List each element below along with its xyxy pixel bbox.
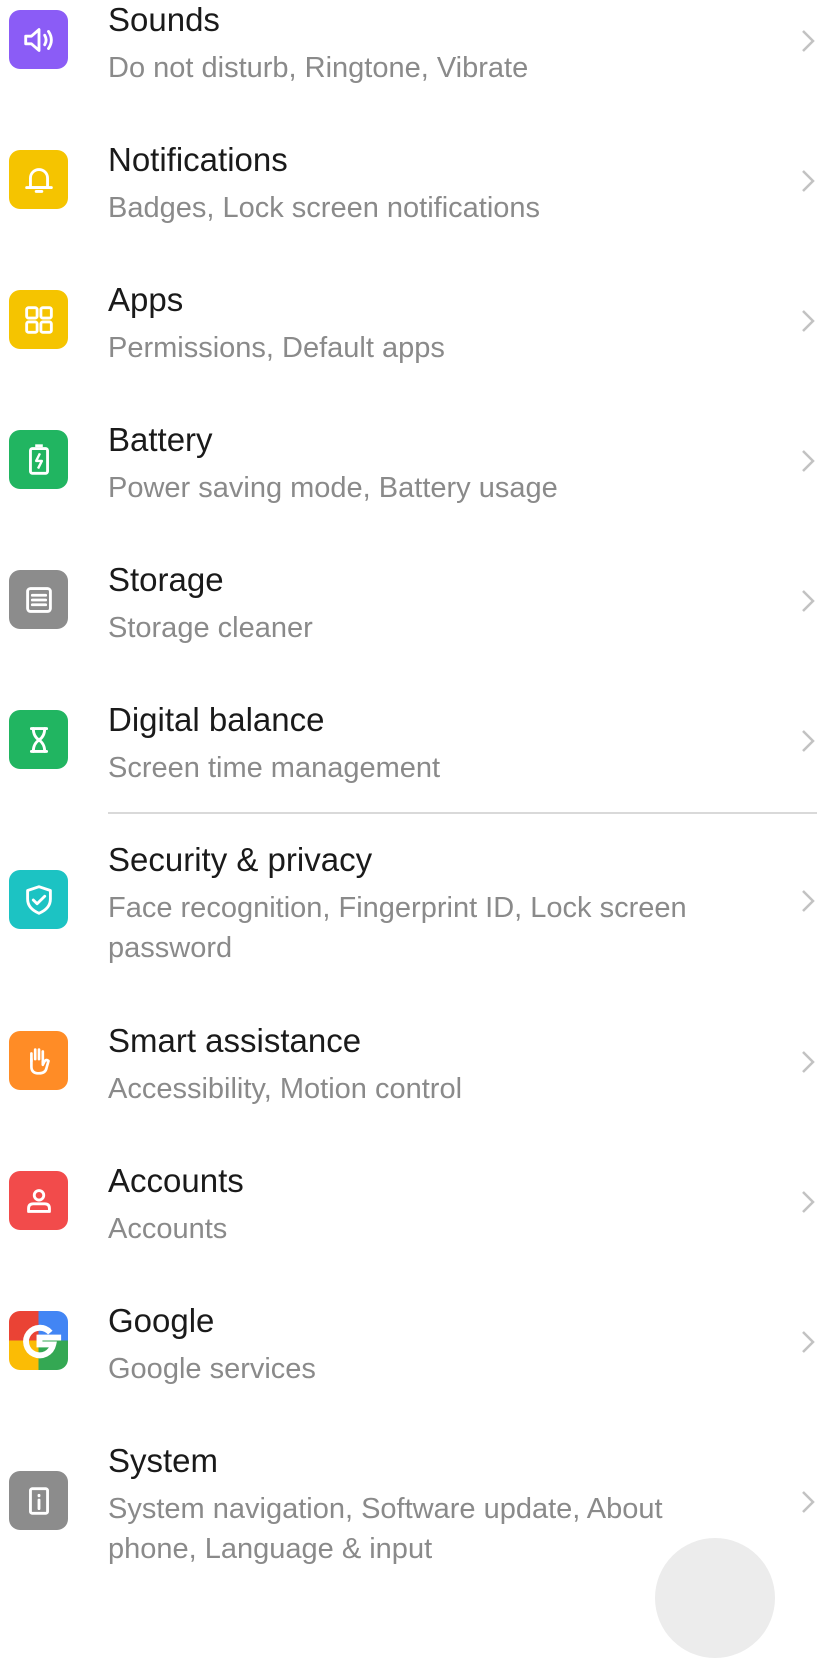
- chevron-right-icon: [793, 26, 817, 56]
- hourglass-icon: [9, 710, 68, 769]
- item-subtitle: Power saving mode, Battery usage: [108, 472, 558, 504]
- google-g-icon: [9, 1311, 68, 1370]
- chevron-right-icon: [793, 1187, 817, 1217]
- chevron-right-icon: [793, 726, 817, 756]
- chevron-right-icon: [793, 1327, 817, 1357]
- item-title: Digital balance: [108, 701, 325, 738]
- item-subtitle: Do not disturb, Ringtone, Vibrate: [108, 52, 529, 84]
- settings-item-digital-balance[interactable]: Digital balance Screen time management: [0, 700, 817, 800]
- item-title: Google: [108, 1302, 215, 1339]
- system-info-icon: [9, 1471, 68, 1530]
- item-subtitle: Screen time management: [108, 752, 441, 784]
- settings-item-smart-assistance[interactable]: Smart assistance Accessibility, Motion c…: [0, 1021, 817, 1121]
- item-subtitle: Permissions, Default apps: [108, 332, 445, 364]
- item-subtitle: Accounts: [108, 1213, 228, 1245]
- hand-icon: [9, 1031, 68, 1090]
- item-title: Sounds: [108, 1, 220, 38]
- settings-item-battery[interactable]: Battery Power saving mode, Battery usage: [0, 420, 817, 520]
- apps-grid-icon: [9, 290, 68, 349]
- item-title: Apps: [108, 281, 184, 318]
- bell-icon: [9, 150, 68, 209]
- item-subtitle: Storage cleaner: [108, 612, 313, 644]
- item-title: Storage: [108, 561, 224, 598]
- shield-check-icon: [9, 870, 68, 929]
- item-subtitle: Google services: [108, 1353, 316, 1385]
- storage-icon: [9, 570, 68, 629]
- chevron-right-icon: [793, 306, 817, 336]
- chevron-right-icon: [793, 166, 817, 196]
- chevron-right-icon: [793, 446, 817, 476]
- settings-item-google[interactable]: Google Google services: [0, 1301, 817, 1401]
- chevron-right-icon: [793, 1047, 817, 1077]
- chevron-right-icon: [793, 1487, 817, 1517]
- settings-item-apps[interactable]: Apps Permissions, Default apps: [0, 280, 817, 380]
- item-subtitle: Badges, Lock screen notifications: [108, 192, 541, 224]
- speaker-icon: [9, 10, 68, 69]
- chevron-right-icon: [793, 586, 817, 616]
- settings-item-accounts[interactable]: Accounts Accounts: [0, 1161, 817, 1261]
- item-title: Accounts: [108, 1162, 244, 1199]
- item-subtitle: Face recognition, Fingerprint ID, Lock s…: [108, 892, 687, 964]
- settings-item-security-privacy[interactable]: Security & privacy Face recognition, Fin…: [0, 840, 817, 980]
- item-title: System: [108, 1442, 219, 1479]
- item-subtitle: System navigation, Software update, Abou…: [108, 1493, 663, 1565]
- item-title: Battery: [108, 421, 213, 458]
- item-subtitle: Accessibility, Motion control: [108, 1073, 463, 1105]
- settings-item-storage[interactable]: Storage Storage cleaner: [0, 560, 817, 660]
- section-divider: [108, 812, 817, 814]
- battery-icon: [9, 430, 68, 489]
- settings-item-sounds[interactable]: Sounds Do not disturb, Ringtone, Vibrate: [0, 0, 817, 100]
- chevron-right-icon: [793, 886, 817, 916]
- floating-button[interactable]: [655, 1538, 775, 1658]
- account-icon: [9, 1171, 68, 1230]
- item-title: Smart assistance: [108, 1022, 362, 1059]
- settings-item-notifications[interactable]: Notifications Badges, Lock screen notifi…: [0, 140, 817, 240]
- item-title: Security & privacy: [108, 841, 373, 878]
- item-title: Notifications: [108, 141, 288, 178]
